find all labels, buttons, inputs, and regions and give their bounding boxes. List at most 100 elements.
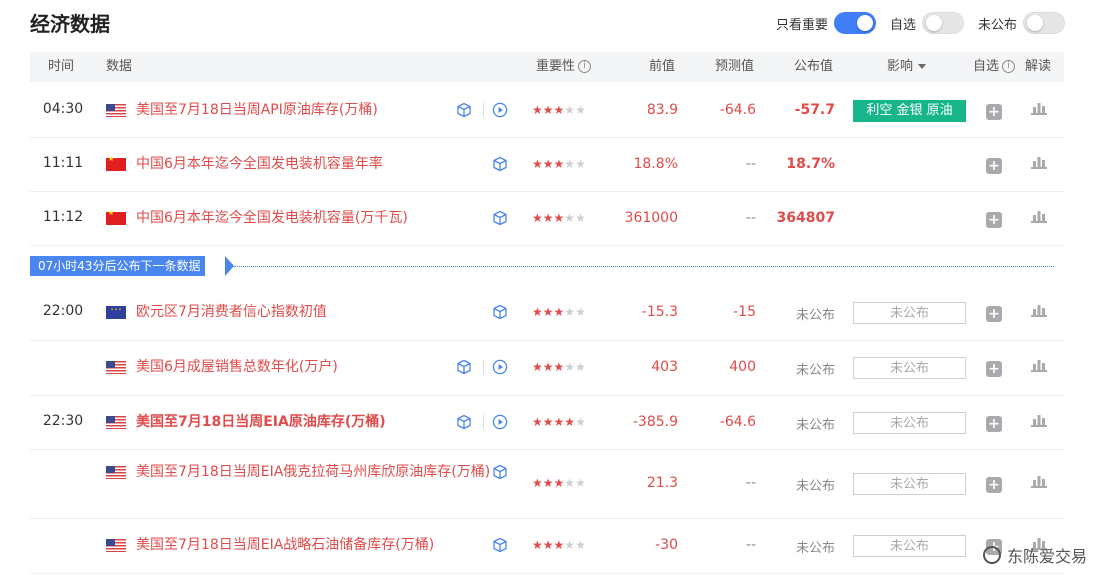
toggle-label: 未公布 xyxy=(977,17,1017,33)
next-release-banner: 07小时43分后公布下一条数据 xyxy=(30,256,1054,276)
toggle-switch[interactable] xyxy=(833,12,876,34)
header-impact[interactable]: 影响 xyxy=(887,52,927,82)
star-empty-icon: ★ xyxy=(575,103,586,117)
forecast-value: -15 xyxy=(733,304,756,320)
info-icon[interactable]: i xyxy=(578,60,592,73)
star-filled-icon: ★ xyxy=(532,157,543,171)
bar-chart-icon[interactable] xyxy=(1030,414,1048,430)
actual-value: 未公布 xyxy=(795,308,835,323)
impact-placeholder: 未公布 xyxy=(853,357,966,379)
event-name-link[interactable]: 美国至7月18日当周EIA原油库存(万桶) xyxy=(136,410,491,434)
importance-stars: ★★★★★ xyxy=(532,305,586,319)
toggle-switch[interactable] xyxy=(1023,12,1065,34)
event-name-link[interactable]: 中国6月本年迄今全国发电装机容量(万千瓦) xyxy=(136,206,491,230)
next-release-label: 07小时43分后公布下一条数据 xyxy=(30,256,205,276)
actual-value: 364807 xyxy=(776,210,835,226)
event-name-link[interactable]: 美国至7月18日当周EIA俄克拉荷马州库欣原油库存(万桶) xyxy=(136,460,491,484)
star-empty-icon: ★ xyxy=(575,538,586,552)
previous-value: -15.3 xyxy=(641,304,678,320)
add-to-watchlist-button[interactable]: + xyxy=(986,212,1002,228)
info-icon[interactable]: i xyxy=(1002,60,1016,73)
forecast-value: -- xyxy=(745,475,756,491)
toggle-unreleased[interactable]: 未公布 xyxy=(978,12,1065,34)
watermark: 东陈爱交易 xyxy=(982,543,1087,567)
star-filled-icon: ★ xyxy=(553,305,565,319)
add-to-watchlist-button[interactable]: + xyxy=(986,477,1002,493)
star-empty-icon: ★ xyxy=(564,157,576,171)
star-filled-icon: ★ xyxy=(553,360,565,374)
importance-stars: ★★★★★ xyxy=(532,476,586,490)
cube-icon[interactable] xyxy=(492,210,508,226)
header-previous: 前值 xyxy=(649,59,676,74)
cube-icon[interactable] xyxy=(456,414,472,430)
flag-cn-icon xyxy=(106,155,126,171)
event-name-link[interactable]: 欧元区7月消费者信心指数初值 xyxy=(136,300,491,324)
play-icon[interactable] xyxy=(492,102,508,118)
importance-stars: ★★★★★ xyxy=(532,360,586,374)
star-empty-icon: ★ xyxy=(564,103,576,117)
header-importance: 重要性 i xyxy=(536,52,592,82)
header-forecast: 预测值 xyxy=(715,59,755,74)
add-to-watchlist-button[interactable]: + xyxy=(986,104,1002,120)
impact-placeholder: 未公布 xyxy=(853,535,966,557)
chevron-down-icon xyxy=(918,64,927,69)
header-watchlist: 自选 i xyxy=(973,52,1016,82)
cube-icon[interactable] xyxy=(492,156,508,172)
event-time: 04:30 xyxy=(42,101,84,117)
star-filled-icon: ★ xyxy=(553,103,565,117)
star-empty-icon: ★ xyxy=(575,476,586,490)
star-empty-icon: ★ xyxy=(564,476,576,490)
add-to-watchlist-button[interactable]: + xyxy=(986,158,1002,174)
play-icon[interactable] xyxy=(492,359,508,375)
previous-value: 83.9 xyxy=(646,102,678,118)
add-to-watchlist-button[interactable]: + xyxy=(986,306,1002,322)
actual-value: 未公布 xyxy=(795,418,835,433)
header-actual: 公布值 xyxy=(794,59,834,74)
cube-icon[interactable] xyxy=(456,102,472,118)
add-to-watchlist-button[interactable]: + xyxy=(986,361,1002,377)
star-filled-icon: ★ xyxy=(553,476,565,490)
header-interpret: 解读 xyxy=(1025,59,1052,74)
toggle-label: 只看重要 xyxy=(775,17,828,33)
forecast-value: -64.6 xyxy=(719,102,756,118)
cube-icon[interactable] xyxy=(492,464,508,480)
star-filled-icon: ★ xyxy=(542,211,554,225)
bar-chart-icon[interactable] xyxy=(1030,359,1048,375)
cube-icon[interactable] xyxy=(492,304,508,320)
bar-chart-icon[interactable] xyxy=(1030,156,1048,172)
cube-icon[interactable] xyxy=(456,359,472,375)
bar-chart-icon[interactable] xyxy=(1030,102,1048,118)
star-filled-icon: ★ xyxy=(542,415,554,429)
star-filled-icon: ★ xyxy=(532,360,543,374)
toggle-important-only[interactable]: 只看重要 xyxy=(776,12,876,34)
play-icon[interactable] xyxy=(492,414,508,430)
star-filled-icon: ★ xyxy=(532,476,543,490)
icon-separator xyxy=(483,360,484,374)
event-time: 11:12 xyxy=(42,209,84,225)
bar-chart-icon[interactable] xyxy=(1030,475,1048,491)
cube-icon[interactable] xyxy=(492,537,508,553)
event-name-link[interactable]: 中国6月本年迄今全国发电装机容量年率 xyxy=(136,152,491,176)
bar-chart-icon[interactable] xyxy=(1030,210,1048,226)
event-name-link[interactable]: 美国6月成屋销售总数年化(万户) xyxy=(136,355,491,379)
table-row: 美国至7月18日当周EIA战略石油储备库存(万桶) ★★★★★ -30 -- 未公布 未公… xyxy=(30,519,1064,574)
table-row: 22:30 美国至7月18日当周EIA原油库存(万桶) ★★★★★ -385.9 -64… xyxy=(30,396,1064,450)
banner-arrow xyxy=(225,256,234,276)
event-name-link[interactable]: 美国至7月18日当周API原油库存(万桶) xyxy=(136,98,491,122)
toggle-label: 自选 xyxy=(889,17,916,33)
star-empty-icon: ★ xyxy=(575,360,586,374)
add-to-watchlist-button[interactable]: + xyxy=(986,416,1002,432)
importance-stars: ★★★★★ xyxy=(532,103,586,117)
star-filled-icon: ★ xyxy=(532,211,543,225)
impact-placeholder: 未公布 xyxy=(853,412,966,434)
toggle-watchlist[interactable]: 自选 xyxy=(890,12,964,34)
star-empty-icon: ★ xyxy=(564,211,576,225)
event-time: 22:30 xyxy=(42,413,84,429)
toggle-switch[interactable] xyxy=(921,12,964,34)
bar-chart-icon[interactable] xyxy=(1030,304,1048,320)
star-empty-icon: ★ xyxy=(564,360,576,374)
star-filled-icon: ★ xyxy=(553,211,565,225)
event-name-link[interactable]: 美国至7月18日当周EIA战略石油储备库存(万桶) xyxy=(136,533,491,557)
star-empty-icon: ★ xyxy=(575,157,586,171)
page-title: 经济数据 xyxy=(30,12,110,36)
